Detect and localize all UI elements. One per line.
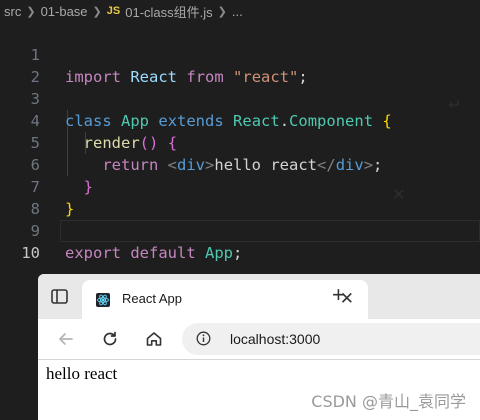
chevron-right-icon: ❯ <box>217 5 227 18</box>
line-number: 9 <box>30 222 40 240</box>
info-icon[interactable] <box>196 331 211 346</box>
breadcrumb-segment-src[interactable]: src <box>4 4 21 19</box>
home-icon[interactable] <box>144 329 164 349</box>
tab-actions-icon[interactable] <box>50 288 70 306</box>
plus-icon[interactable]: + <box>332 284 345 306</box>
page-content: hello react <box>46 364 118 383</box>
code-line[interactable]: 4 render() { <box>0 88 480 152</box>
chevron-right-icon: ❯ <box>92 5 102 18</box>
code-line[interactable]: 2 <box>0 44 480 86</box>
toolbar-divider <box>38 359 480 360</box>
tab-strip: React App ✕ + <box>38 274 480 320</box>
code-line[interactable]: 3 class App extends React.Component { <box>0 66 480 130</box>
breadcrumb-ellipsis[interactable]: ... <box>232 4 243 19</box>
address-bar[interactable]: localhost:3000 <box>182 323 480 355</box>
code-line[interactable]: 7 } <box>0 154 480 218</box>
breadcrumb-segment-folder[interactable]: 01-base <box>41 4 88 19</box>
url-text[interactable]: localhost:3000 <box>230 331 320 347</box>
browser-toolbar: localhost:3000 <box>38 319 480 359</box>
reload-icon[interactable] <box>100 329 120 349</box>
breadcrumb-file[interactable]: 01-class组件.js <box>125 2 212 21</box>
code-editor[interactable]: 1 import React from "react"; 2 3 class A… <box>0 22 480 262</box>
tab-react-app[interactable]: React App ✕ <box>82 280 368 320</box>
chevron-right-icon: ❯ <box>26 5 36 18</box>
react-favicon-icon <box>96 293 110 307</box>
breadcrumb: src ❯ 01-base ❯ JS 01-class组件.js ❯ ... <box>0 0 480 22</box>
current-code-line[interactable]: 10 <box>21 220 480 262</box>
code-line[interactable]: 1 import React from "react"; <box>0 22 480 86</box>
code-line[interactable]: 5 return <div>hello react</div>; <box>0 110 480 174</box>
line-number: 10 <box>21 244 40 262</box>
js-file-icon: JS <box>106 5 121 17</box>
tab-title: React App <box>122 291 182 306</box>
watermark: CSDN @青山_袁同学 <box>311 392 466 411</box>
code-line[interactable]: 8 <box>0 176 480 218</box>
code-line[interactable]: 6 } <box>0 132 480 196</box>
back-arrow-icon[interactable] <box>56 329 76 349</box>
code-line[interactable]: 9 export default App; <box>0 198 480 262</box>
